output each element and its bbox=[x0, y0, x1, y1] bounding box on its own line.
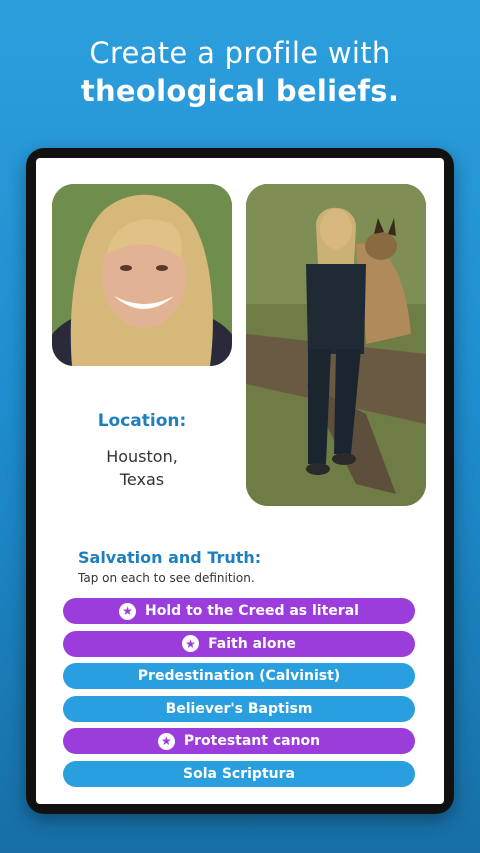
belief-chips: ★ Hold to the Creed as literal ★ Faith a… bbox=[63, 598, 415, 793]
section-title: Salvation and Truth: bbox=[78, 548, 262, 567]
belief-chip-sola-scriptura[interactable]: Sola Scriptura bbox=[63, 760, 415, 787]
belief-chip-label: Faith alone bbox=[208, 635, 296, 652]
profile-photo-portrait[interactable] bbox=[52, 184, 232, 366]
belief-chip-label: Sola Scriptura bbox=[183, 765, 295, 782]
belief-chip-label: Hold to the Creed as literal bbox=[145, 603, 359, 619]
outdoor-illustration bbox=[246, 184, 426, 506]
location-city: Houston, bbox=[106, 447, 178, 466]
portrait-illustration bbox=[52, 184, 232, 366]
belief-chip-believers-baptism[interactable]: Believer's Baptism bbox=[63, 695, 415, 722]
belief-chip-label: Protestant canon bbox=[183, 733, 321, 749]
belief-chip-faith-alone[interactable]: ★ Faith alone bbox=[63, 630, 415, 657]
star-icon: ★ bbox=[182, 635, 200, 652]
profile-screen: Location: Houston, Texas Salvation and T… bbox=[36, 158, 444, 804]
location-state: Texas bbox=[119, 470, 165, 489]
profile-photo-with-dog[interactable] bbox=[246, 184, 426, 506]
star-icon: ★ bbox=[119, 602, 137, 620]
star-icon: ★ bbox=[157, 732, 175, 750]
headline-line-2: theological beliefs. bbox=[80, 74, 400, 108]
belief-chip-creed-literal[interactable]: ★ Hold to the Creed as literal bbox=[63, 598, 415, 624]
belief-chip-predestination[interactable]: Predestination (Calvinist) bbox=[63, 663, 415, 689]
location-label: Location: bbox=[97, 411, 187, 431]
headline-line-1: Create a profile with bbox=[89, 36, 391, 70]
headline: Create a profile with theological belief… bbox=[0, 34, 480, 110]
section-subtitle: Tap on each to see definition. bbox=[78, 571, 255, 585]
tablet-frame: Location: Houston, Texas Salvation and T… bbox=[26, 148, 454, 814]
belief-chip-protestant-canon[interactable]: ★ Protestant canon bbox=[63, 728, 415, 754]
belief-chip-label: Predestination (Calvinist) bbox=[137, 668, 341, 684]
location-value: Houston, Texas bbox=[62, 445, 222, 491]
belief-chip-label: Believer's Baptism bbox=[165, 700, 313, 717]
